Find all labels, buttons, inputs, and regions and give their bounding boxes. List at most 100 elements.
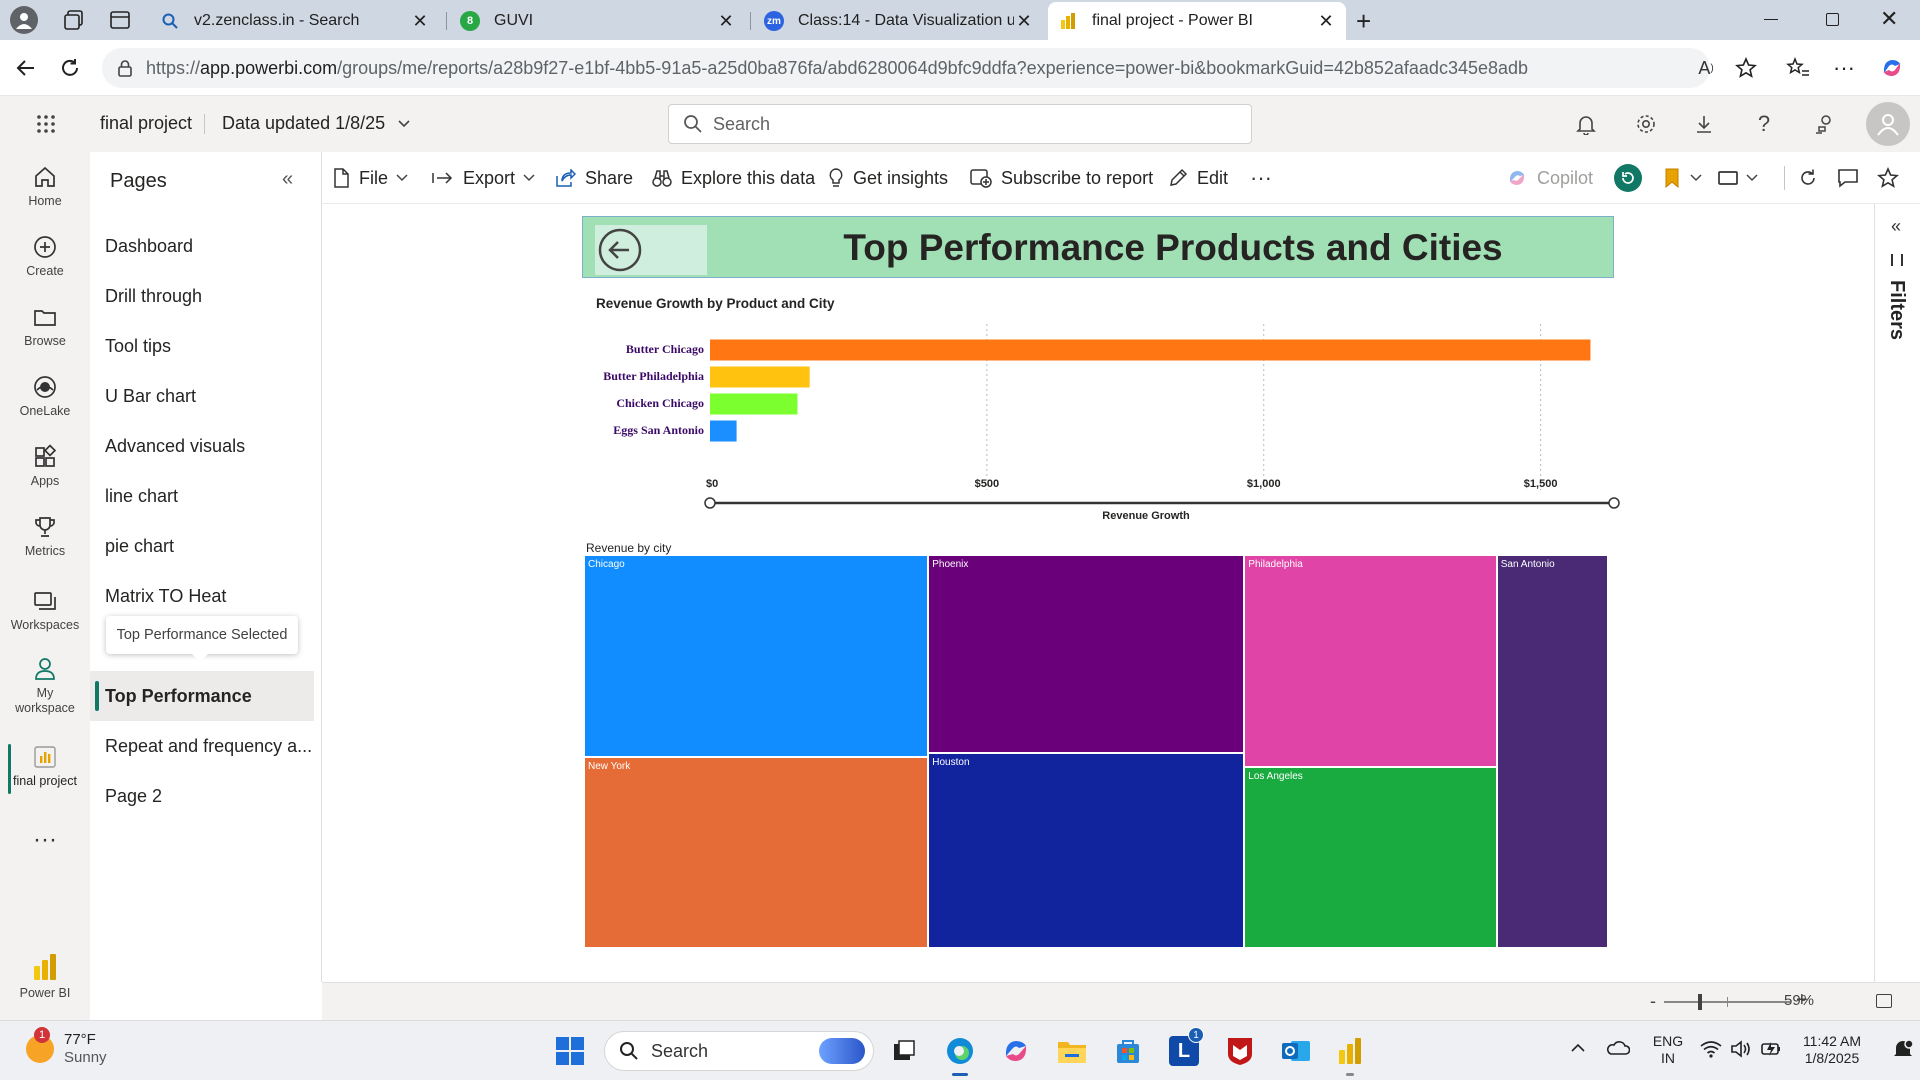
page-item[interactable]: Advanced visuals xyxy=(90,421,314,471)
url-field[interactable]: https://app.powerbi.com/groups/me/report… xyxy=(102,48,1710,88)
bar[interactable] xyxy=(710,366,810,388)
report-name[interactable]: final project xyxy=(100,113,192,134)
expand-filters-icon[interactable]: « xyxy=(1891,216,1901,237)
zoom-slider[interactable] xyxy=(1664,994,1790,1010)
bar[interactable] xyxy=(710,339,1591,361)
nav-final-project[interactable]: final project xyxy=(0,744,90,794)
treemap-cell[interactable]: Phoenix xyxy=(929,556,1244,752)
nav-browse[interactable]: Browse xyxy=(0,304,90,349)
subscribe-button[interactable]: Subscribe to report xyxy=(970,152,1153,204)
more-icon[interactable]: ··· xyxy=(0,828,90,852)
nav-my-workspace[interactable]: My workspace xyxy=(0,656,90,716)
edit-button[interactable]: Edit xyxy=(1168,152,1228,204)
help-icon[interactable]: ? xyxy=(1748,108,1780,140)
page-item[interactable]: Tool tips xyxy=(90,321,314,371)
slider-handle[interactable] xyxy=(704,497,716,509)
treemap-cell[interactable]: New York xyxy=(585,757,928,947)
page-item[interactable]: Dashboard xyxy=(90,221,314,271)
filters-label[interactable]: Filters xyxy=(1885,280,1908,340)
favorites-icon[interactable] xyxy=(1782,52,1814,84)
mcafee-icon[interactable] xyxy=(1220,1031,1260,1071)
back-icon[interactable] xyxy=(10,52,42,84)
favorite-star-icon[interactable] xyxy=(1872,162,1904,194)
chevron-down-icon[interactable] xyxy=(1680,162,1712,194)
nav-onelake[interactable]: OneLake xyxy=(0,374,90,419)
powerbi-app-icon[interactable] xyxy=(1330,1031,1370,1076)
explore-data-button[interactable]: Explore this data xyxy=(652,152,815,204)
treemap-visual[interactable]: Chicago New York Phoenix Houston Philadelphi… xyxy=(585,556,1609,949)
comment-icon[interactable] xyxy=(1832,162,1864,194)
data-updated-dropdown[interactable]: Data updated 1/8/25 xyxy=(222,113,411,134)
zoom-out-icon[interactable]: - xyxy=(1650,991,1656,1012)
page-item[interactable]: U Bar chart xyxy=(90,371,314,421)
back-button[interactable] xyxy=(595,225,707,275)
file-explorer-icon[interactable] xyxy=(1052,1031,1092,1071)
export-menu[interactable]: Export xyxy=(432,152,544,204)
browser-tab[interactable]: zm Class:14 - Data Visualization using ✕ xyxy=(754,2,1044,40)
weather-widget[interactable]: 1 77°F Sunny xyxy=(26,1027,107,1067)
page-item-active[interactable]: Top Performance xyxy=(90,671,314,721)
bar[interactable] xyxy=(710,420,737,442)
read-aloud-icon[interactable]: A) xyxy=(1690,52,1722,84)
window-close-icon[interactable]: ✕ xyxy=(1880,6,1898,32)
refresh-icon[interactable] xyxy=(54,52,86,84)
edge-icon[interactable] xyxy=(940,1031,980,1076)
nav-metrics[interactable]: Metrics xyxy=(0,514,90,559)
avatar[interactable] xyxy=(1866,102,1910,146)
slider-handle[interactable] xyxy=(1608,497,1620,509)
gear-icon[interactable] xyxy=(1630,108,1662,140)
outlook-icon[interactable] xyxy=(1276,1031,1316,1071)
language-indicator[interactable]: ENG IN xyxy=(1648,1033,1688,1067)
powerbi-home[interactable]: Power BI xyxy=(0,952,90,1001)
bar-chart-visual[interactable] xyxy=(582,300,1622,530)
taskbar-search[interactable]: Search xyxy=(604,1031,874,1071)
page-item[interactable]: Drill through xyxy=(90,271,314,321)
browser-tab[interactable]: v2.zenclass.in - Search ✕ xyxy=(150,2,440,40)
page-item[interactable]: line chart xyxy=(90,471,314,521)
chevron-down-icon[interactable] xyxy=(1736,162,1768,194)
restore-icon[interactable] xyxy=(1826,13,1839,26)
bar[interactable] xyxy=(710,393,798,415)
treemap-cell[interactable]: Los Angeles xyxy=(1245,767,1496,947)
page-item[interactable]: Repeat and frequency a... xyxy=(90,721,314,771)
copilot-app-icon[interactable] xyxy=(996,1031,1036,1071)
task-view-icon[interactable] xyxy=(884,1031,924,1071)
treemap-cell[interactable]: Chicago xyxy=(585,556,928,756)
volume-icon[interactable] xyxy=(1730,1040,1752,1058)
profile-icon[interactable] xyxy=(10,6,38,34)
copilot-button[interactable]: Copilot xyxy=(1506,152,1593,204)
bell-icon[interactable] xyxy=(1570,108,1602,140)
zoom-level[interactable]: 59% xyxy=(1784,992,1814,1009)
browser-tab-active[interactable]: final project - Power BI ✕ xyxy=(1048,2,1346,40)
chevron-up-icon[interactable] xyxy=(1570,1043,1586,1053)
more-options-icon[interactable]: ··· xyxy=(1250,152,1272,204)
file-menu[interactable]: File xyxy=(332,152,417,204)
close-icon[interactable]: ✕ xyxy=(410,11,430,32)
refresh-visuals-icon[interactable] xyxy=(1792,162,1824,194)
close-icon[interactable]: ✕ xyxy=(1316,11,1336,32)
treemap-cell[interactable]: San Antonio xyxy=(1497,556,1607,947)
fit-page-icon[interactable] xyxy=(1876,994,1892,1008)
treemap-cell[interactable]: Philadelphia xyxy=(1245,556,1496,766)
battery-icon[interactable] xyxy=(1760,1039,1784,1059)
workspaces-tab-icon[interactable] xyxy=(62,8,86,32)
notification-center-icon[interactable] xyxy=(1892,1039,1914,1061)
tab-actions-icon[interactable] xyxy=(108,8,132,32)
close-icon[interactable]: ✕ xyxy=(1014,11,1034,32)
nav-create[interactable]: Create xyxy=(0,234,90,279)
copilot-browser-icon[interactable] xyxy=(1876,52,1908,84)
onedrive-icon[interactable] xyxy=(1606,1039,1630,1055)
nav-workspaces[interactable]: Workspaces xyxy=(0,588,90,633)
windows-start-icon[interactable] xyxy=(550,1031,590,1071)
browser-tab[interactable]: 8 GUVI ✕ xyxy=(450,2,746,40)
page-item[interactable]: pie chart xyxy=(90,521,314,571)
more-icon[interactable]: ··· xyxy=(1828,52,1860,84)
share-button[interactable]: Share xyxy=(556,152,633,204)
clock[interactable]: 11:42 AM 1/8/2025 xyxy=(1792,1033,1872,1067)
minimize-icon[interactable] xyxy=(1764,19,1778,20)
reset-icon[interactable] xyxy=(1612,162,1644,194)
collapse-pane-icon[interactable]: « xyxy=(282,168,293,191)
page-item[interactable]: Matrix TO Heat xyxy=(90,571,314,621)
new-tab-icon[interactable]: + xyxy=(1356,6,1371,37)
nav-apps[interactable]: Apps xyxy=(0,444,90,489)
